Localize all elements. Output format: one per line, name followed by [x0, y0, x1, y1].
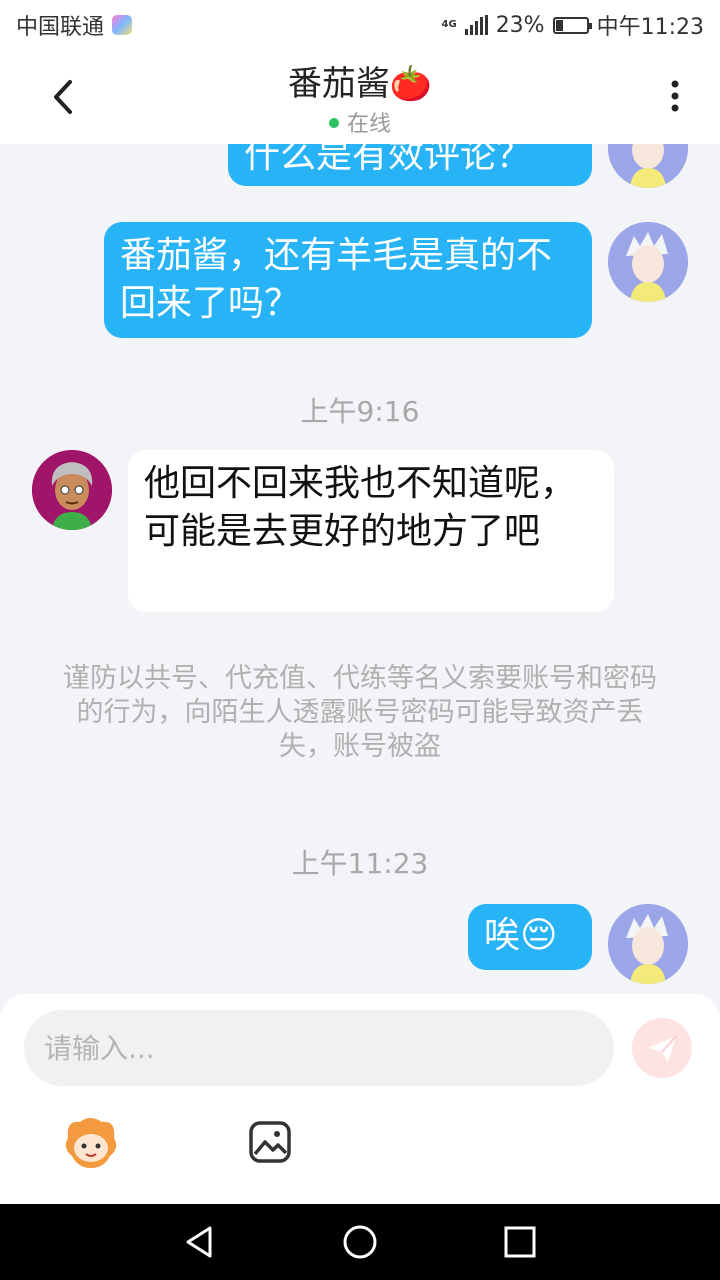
send-button[interactable]: [632, 1018, 692, 1078]
message-text: 他回不回来我也不知道呢，可能是去更好的地方了吧: [144, 463, 577, 552]
message-timestamp: 上午9:16: [300, 395, 420, 428]
image-icon: [249, 1121, 291, 1163]
system-navigation-bar: [0, 1204, 720, 1280]
signal-icon: [464, 15, 488, 35]
message-composer: [0, 994, 720, 1204]
anime-avatar-icon: [608, 144, 688, 188]
message-bubble-received[interactable]: 他回不回来我也不知道呢，可能是去更好的地方了吧: [128, 450, 614, 612]
cartoon-avatar-icon: [32, 450, 112, 530]
emoji-button[interactable]: [60, 1114, 122, 1170]
safety-notice: 谨防以共号、代充值、代练等名义索要账号和密码的行为，向陌生人透露账号密码可能导致…: [63, 663, 657, 762]
send-icon: [648, 1035, 677, 1062]
my-avatar[interactable]: [608, 222, 688, 302]
anime-avatar-icon: [608, 222, 688, 302]
message-text: 什么是有效评论？: [244, 144, 533, 176]
message-text: 唉😔: [484, 915, 558, 956]
nav-home-icon: [343, 1225, 377, 1259]
contact-name: 番茄酱🍅: [287, 64, 433, 104]
status-bar: 中国联通 4G 23% 中午11:23: [0, 0, 720, 50]
nav-back-icon: [186, 1226, 212, 1258]
message-bubble-sent[interactable]: 番茄酱，还有羊毛是真的不回来了吗？: [104, 222, 592, 338]
battery-percent: 23%: [495, 12, 545, 38]
my-avatar[interactable]: [608, 904, 688, 984]
emoji-mascot-icon: [65, 1118, 117, 1168]
chat-header: 番茄酱🍅 在线: [0, 50, 720, 144]
message-timestamp: 上午11:23: [291, 847, 429, 880]
message-list[interactable]: 什么是有效评论？ 番茄酱，还有羊毛是真的不回来了吗？ 上午9:16 他回不回来我…: [0, 144, 720, 994]
clock: 中午11:23: [596, 15, 704, 40]
my-avatar[interactable]: [608, 144, 688, 188]
anime-avatar-icon: [608, 904, 688, 984]
message-bubble-sent[interactable]: 唉😔: [468, 904, 592, 970]
battery-icon: [552, 16, 592, 34]
app-notification-icon: [112, 15, 133, 35]
contact-avatar[interactable]: [32, 450, 112, 530]
network-type: 4G: [441, 19, 457, 30]
nav-recents-button[interactable]: [502, 1224, 538, 1260]
nav-home-button[interactable]: [342, 1224, 378, 1260]
online-status-label: 在线: [346, 112, 391, 137]
message-text: 番茄酱，还有羊毛是真的不回来了吗？: [120, 235, 553, 324]
message-bubble-sent[interactable]: 什么是有效评论？: [228, 144, 592, 186]
message-input[interactable]: [24, 1010, 614, 1086]
nav-back-button[interactable]: [182, 1224, 218, 1260]
image-button[interactable]: [248, 1120, 292, 1164]
online-dot-icon: [328, 118, 339, 128]
online-status: 在线: [0, 106, 720, 138]
carrier-label: 中国联通: [16, 15, 105, 40]
nav-recents-icon: [504, 1226, 536, 1258]
more-options-button[interactable]: [660, 78, 690, 118]
battery-level-fill: [555, 19, 563, 31]
more-vertical-icon: [671, 80, 679, 112]
